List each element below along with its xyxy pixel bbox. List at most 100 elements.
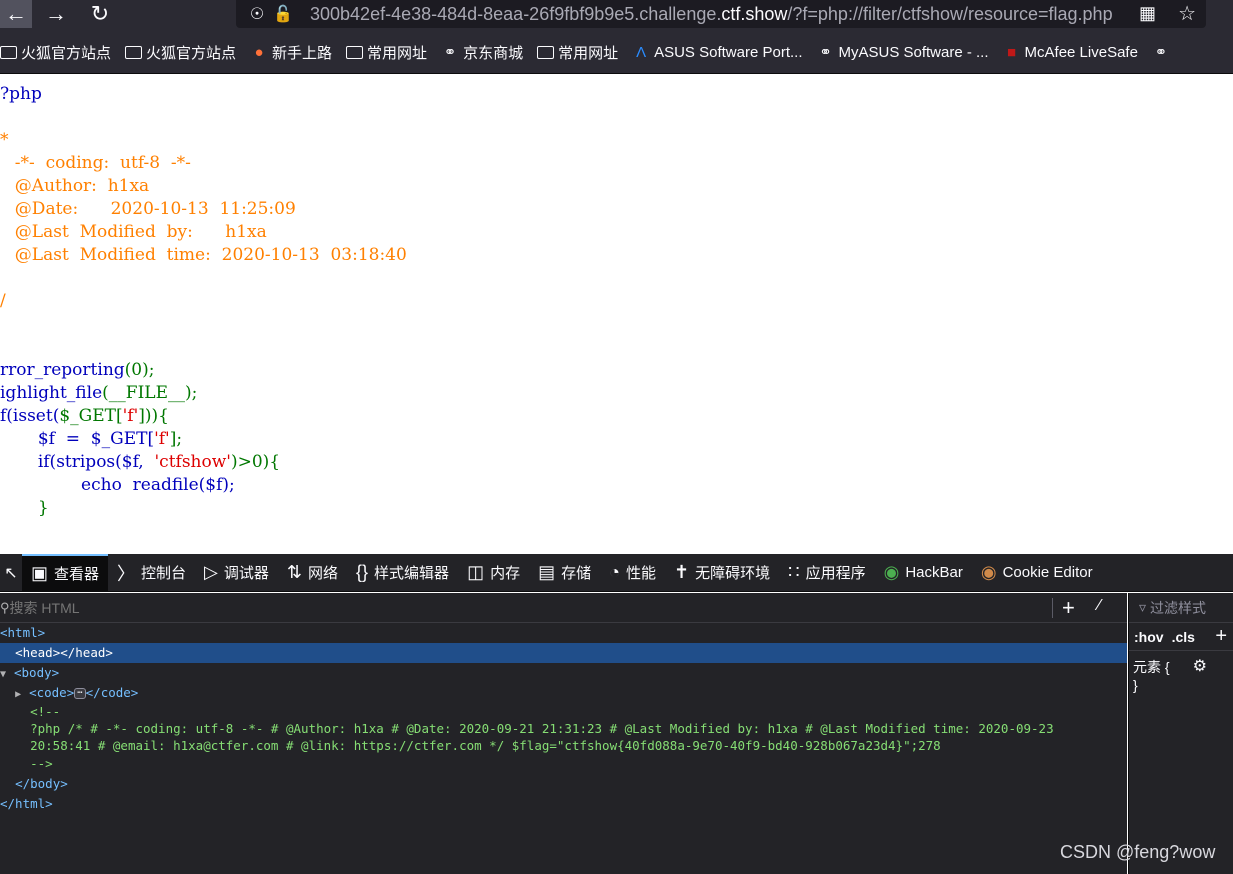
tab-inspector[interactable]: ▣ 查看器 — [22, 553, 109, 592]
tree-node-html[interactable]: <html> — [0, 623, 1127, 643]
folder-icon — [125, 46, 143, 59]
browser-toolbar: ← → ↻ ☉ 🔓 300b42ef-4e38-484d-8eaa-26f9fb… — [0, 0, 1233, 32]
divider — [1052, 598, 1053, 618]
collapsed-content-badge[interactable]: ⋯ — [74, 688, 86, 699]
search-html-input[interactable] — [9, 599, 910, 616]
eyedropper-icon[interactable]: ∕ — [1098, 597, 1101, 615]
tab-cookie-editor[interactable]: ◉ Cookie Editor — [972, 554, 1102, 592]
hackbar-icon: ◉ — [883, 562, 900, 582]
arrow-left-icon: ← — [5, 1, 27, 26]
tree-node-html-close[interactable]: </html> — [0, 794, 1127, 814]
folder-icon — [537, 46, 555, 59]
source-line: } — [0, 498, 49, 518]
tab-accessibility[interactable]: ✝ 无障碍环境 — [665, 554, 779, 592]
tab-debugger[interactable]: ▷ 调试器 — [195, 554, 278, 592]
tree-node-body[interactable]: ▼ <body> — [0, 663, 1127, 683]
html-search-row: ⚲ + ∕ — [0, 593, 1127, 623]
bookmark-item[interactable]: 火狐官方站点 — [125, 42, 236, 63]
source-line: if(stripos($f, 'ctfshow')>0){ — [0, 452, 281, 472]
comment-close: --> — [30, 756, 53, 771]
tab-application[interactable]: ∷ 应用程序 — [779, 554, 874, 592]
console-icon: 〉 — [117, 563, 136, 584]
forward-button[interactable]: → — [40, 0, 72, 28]
add-rule-button[interactable]: + — [1215, 625, 1227, 648]
back-button[interactable]: ← — [0, 0, 32, 28]
network-icon: ⇅ — [286, 562, 302, 582]
source-line: @Author: h1xa — [4, 176, 150, 196]
watermark: CSDN @feng?wow — [1060, 842, 1216, 862]
add-node-button[interactable]: + — [1062, 595, 1075, 621]
gear-icon[interactable]: ⚙ — [1193, 656, 1207, 676]
debugger-icon: ▷ — [204, 562, 218, 582]
globe-icon: ⚭ — [443, 43, 457, 61]
devtools-tabbar: ↖ ▣ 查看器 〉 控制台 ▷ 调试器 ⇅ 网络 {} 样式编辑器 ◫ 内存 ▤ 存储 ◔ 性能… — [0, 553, 1233, 592]
reload-icon: ↻ — [90, 1, 110, 26]
filter-styles-row[interactable]: ▿ 过滤样式 — [1129, 593, 1233, 623]
tab-hackbar[interactable]: ◉ HackBar — [875, 554, 972, 592]
cursor-icon: ↖ — [4, 564, 18, 582]
mcafee-icon: ■ — [1007, 43, 1017, 61]
bookmark-item[interactable]: ● 新手上路 — [250, 42, 333, 63]
source-line: * — [0, 130, 9, 150]
source-line: @Last Modified by: h1xa — [4, 222, 267, 242]
braces-icon: {} — [356, 562, 369, 582]
tab-performance[interactable]: ◔ 性能 — [600, 554, 665, 592]
twisty-collapsed-icon[interactable]: ▶ — [15, 685, 29, 705]
cls-toggle[interactable]: .cls — [1172, 629, 1195, 645]
tab-memory[interactable]: ◫ 内存 — [458, 554, 529, 592]
source-line: -*- coding: utf-8 -*- — [4, 153, 191, 173]
source-line: echo readfile($f); — [0, 475, 235, 495]
source-line: @Date: 2020-10-13 11:25:09 — [4, 199, 296, 219]
shield-icon[interactable]: ☉ — [244, 4, 270, 24]
tab-network[interactable]: ⇅ 网络 — [278, 554, 347, 592]
lock-insecure-icon[interactable]: 🔓 — [270, 4, 296, 24]
element-picker-button[interactable]: ↖ — [0, 554, 22, 592]
folder-icon — [0, 46, 17, 59]
rules-view: ▿ 过滤样式 :hov .cls + 元素 { ⚙ } — [1128, 593, 1233, 874]
url-bar[interactable]: ☉ 🔓 300b42ef-4e38-484d-8eaa-26f9fbf9b9e5… — [236, 0, 1206, 28]
bookmark-item[interactable]: ⚭ MyASUS Software - ... — [816, 44, 988, 61]
bookmark-item[interactable]: Λ ASUS Software Port... — [632, 44, 802, 61]
element-rule-close: } — [1133, 677, 1138, 693]
tab-storage[interactable]: ▤ 存储 — [529, 554, 600, 592]
star-icon[interactable]: ☆ — [1178, 1, 1196, 26]
page-content: ?php * -*- coding: utf-8 -*- @Author: h1… — [0, 74, 1233, 554]
firefox-icon: ● — [254, 43, 264, 61]
tree-node-head[interactable]: <head></head> — [0, 643, 1127, 663]
source-line: f(isset($_GET['f'])){ — [0, 406, 169, 426]
tree-node-code[interactable]: ▶ <code> ⋯ </code> — [0, 683, 1127, 703]
memory-icon: ◫ — [467, 562, 485, 582]
globe-icon: ⚭ — [819, 43, 832, 61]
hov-toggle[interactable]: :hov — [1134, 629, 1164, 645]
source-line: $f = $_GET['f']; — [0, 429, 183, 449]
bookmark-item[interactable]: ⚭ 京东商城 — [441, 42, 523, 63]
markup-view: ⚲ + ∕ <html> <head></head> ▼<body> ▶<cod… — [0, 593, 1127, 874]
bookmark-item[interactable]: 火狐官方站点 — [0, 42, 111, 63]
element-rule-selector: 元素 { — [1133, 659, 1170, 675]
performance-icon: ◔ — [609, 562, 620, 582]
source-line: rror_reporting(0); — [0, 360, 155, 380]
url-text[interactable]: 300b42ef-4e38-484d-8eaa-26f9fbf9b9e5.cha… — [310, 4, 1130, 25]
globe-icon: ⚭ — [1154, 43, 1168, 61]
tab-style-editor[interactable]: {} 样式编辑器 — [347, 554, 458, 592]
bookmark-overflow[interactable]: ⚭ — [1152, 43, 1174, 61]
bookmark-item[interactable]: 常用网址 — [346, 42, 427, 63]
folder-icon — [346, 46, 364, 59]
source-line: ighlight_file(__FILE__); — [0, 383, 198, 403]
tree-node-comment[interactable]: <!-- — [0, 703, 1127, 720]
reload-button[interactable]: ↻ — [84, 0, 116, 28]
bookmark-item[interactable]: ■ McAfee LiveSafe — [1003, 44, 1138, 61]
pseudo-class-toolbar: :hov .cls + — [1129, 623, 1233, 651]
element-rule: 元素 { ⚙ } — [1129, 651, 1233, 693]
storage-icon: ▤ — [538, 562, 556, 582]
comment-text: 20:58:41 # @email: h1xa@ctfer.com # @lin… — [30, 738, 941, 753]
tab-console[interactable]: 〉 控制台 — [108, 554, 195, 592]
qr-code-icon[interactable]: ▦ — [1139, 3, 1156, 24]
tree-node-body-close[interactable]: </body> — [0, 774, 1127, 794]
source-line: ?php — [0, 84, 42, 104]
bookmark-item[interactable]: 常用网址 — [537, 42, 618, 63]
cookie-icon: ◉ — [980, 562, 997, 582]
dom-tree: <html> <head></head> ▼ <body> ▶ <code> ⋯ </c… — [0, 623, 1127, 814]
search-icon: ⚲ — [0, 599, 10, 615]
twisty-expanded-icon[interactable]: ▼ — [0, 665, 14, 685]
